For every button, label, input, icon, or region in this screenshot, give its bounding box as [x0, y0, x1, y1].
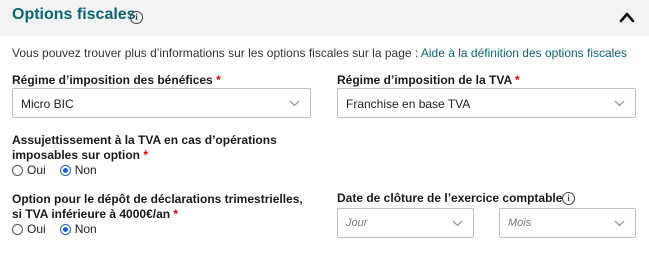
jour-select[interactable]: Jour	[337, 208, 474, 238]
depot-trimestriel-label-line2: si TVA inférieure à 4000€/an	[12, 207, 171, 221]
radio-label: Non	[74, 222, 97, 236]
date-cloture-label-text: Date de clôture de l’exercice comptable	[337, 191, 563, 205]
options-fiscales-header[interactable]: Options fiscales i	[0, 0, 649, 36]
required-marker: *	[515, 73, 520, 87]
required-marker: *	[216, 73, 221, 87]
chevron-down-icon	[614, 220, 625, 227]
depot-trimestriel-radio-oui[interactable]: Oui	[12, 222, 46, 236]
chevron-down-icon	[452, 220, 463, 227]
required-marker: *	[143, 148, 149, 162]
mois-select[interactable]: Mois	[499, 208, 636, 238]
mois-placeholder: Mois	[508, 217, 532, 229]
intro-label: Vous pouvez trouver plus d’informations …	[12, 46, 421, 60]
assujettissement-label-line1: Assujettissement à la TVA en cas d’opéra…	[12, 133, 277, 147]
depot-trimestriel-radio-non[interactable]: Non	[59, 222, 97, 236]
help-link[interactable]: Aide à la définition des options fiscale…	[421, 46, 627, 60]
radio-button[interactable]	[12, 164, 23, 176]
intro-text: Vous pouvez trouver plus d’informations …	[12, 46, 627, 60]
assujettissement-radio-group: Oui Non	[12, 163, 111, 177]
assujettissement-label: Assujettissement à la TVA en cas d’opéra…	[12, 133, 277, 163]
assujettissement-label-line2: imposables sur option	[12, 148, 141, 162]
date-cloture-label: Date de clôture de l’exercice comptable	[337, 191, 562, 206]
regime-benefices-select[interactable]: Micro BIC	[12, 88, 311, 118]
regime-tva-label-text: Régime d’imposition de la TVA	[337, 73, 512, 87]
depot-trimestriel-label: Option pour le dépôt de déclarations tri…	[12, 192, 303, 222]
radio-button-checked[interactable]	[59, 164, 71, 176]
chevron-down-icon	[289, 100, 300, 107]
info-icon[interactable]: i	[130, 11, 143, 24]
regime-benefices-value: Micro BIC	[21, 97, 74, 111]
radio-button-checked[interactable]	[59, 223, 71, 235]
regime-benefices-label: Régime d’imposition des bénéfices *	[12, 73, 221, 88]
info-icon[interactable]: i	[562, 192, 575, 205]
regime-tva-label: Régime d’imposition de la TVA *	[337, 73, 520, 88]
regime-tva-select[interactable]: Franchise en base TVA	[337, 88, 636, 118]
section-title: Options fiscales	[12, 6, 136, 23]
assujettissement-radio-oui[interactable]: Oui	[12, 163, 46, 177]
radio-label: Non	[74, 163, 97, 177]
depot-trimestriel-radio-group: Oui Non	[12, 222, 111, 236]
radio-button[interactable]	[12, 223, 23, 235]
jour-placeholder: Jour	[346, 217, 368, 229]
regime-tva-value: Franchise en base TVA	[346, 97, 471, 111]
radio-label: Oui	[27, 222, 46, 236]
assujettissement-radio-non[interactable]: Non	[59, 163, 97, 177]
depot-trimestriel-label-line1: Option pour le dépôt de déclarations tri…	[12, 192, 303, 206]
chevron-up-icon[interactable]	[619, 11, 635, 23]
chevron-down-icon	[614, 100, 625, 107]
radio-label: Oui	[27, 163, 46, 177]
required-marker: *	[173, 207, 179, 221]
regime-benefices-label-text: Régime d’imposition des bénéfices	[12, 73, 213, 87]
